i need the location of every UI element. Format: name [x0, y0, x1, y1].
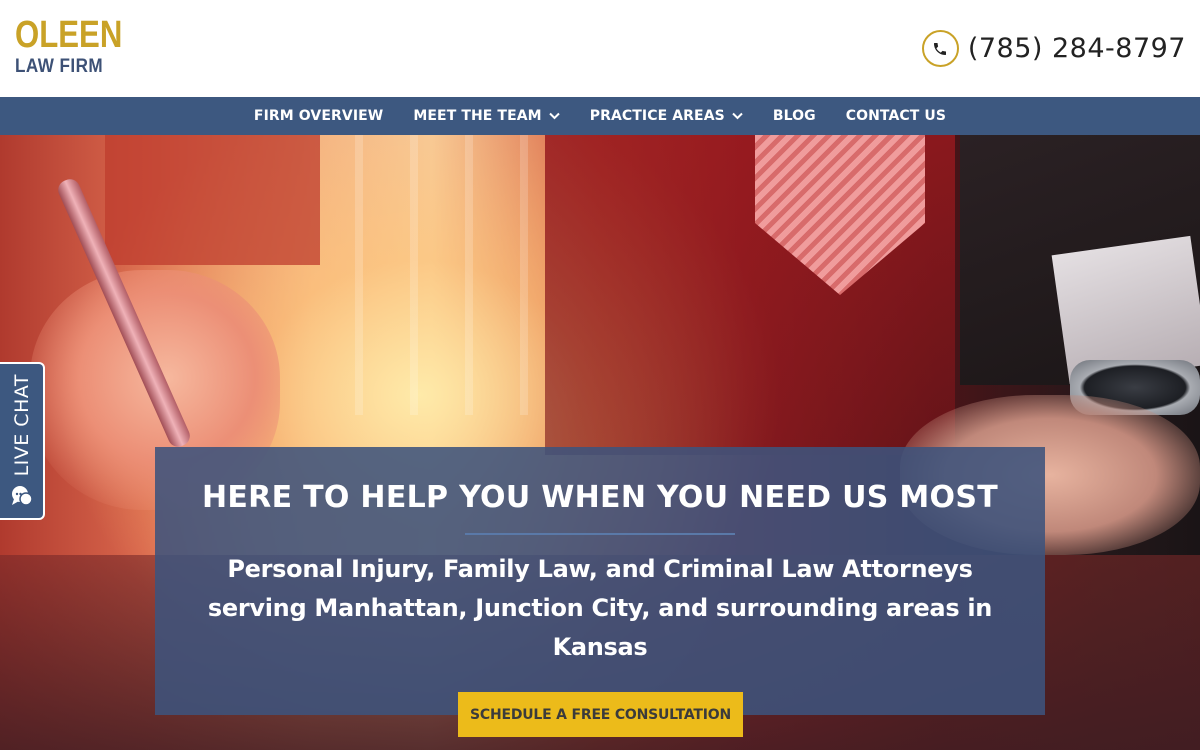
- main-nav: FIRM OVERVIEW MEET THE TEAM PRACTICE ARE…: [0, 97, 1200, 135]
- chat-bubble-icon: [10, 484, 34, 508]
- nav-item-meet-the-team[interactable]: MEET THE TEAM: [413, 108, 560, 124]
- schedule-consultation-button[interactable]: SCHEDULE A FREE CONSULTATION: [458, 692, 743, 737]
- site-header: OLEEN LAW FIRM (785) 284-8797: [0, 0, 1200, 97]
- chevron-down-icon: [732, 112, 743, 120]
- hero-title: HERE TO HELP YOU WHEN YOU NEED US MOST: [201, 480, 999, 515]
- hero-sleeve: [105, 135, 320, 265]
- nav-item-label: FIRM OVERVIEW: [253, 108, 384, 124]
- phone-number: (785) 284-8797: [967, 33, 1186, 64]
- logo-text-bottom: LAW FIRM: [15, 56, 104, 77]
- hero-background-image: HERE TO HELP YOU WHEN YOU NEED US MOST P…: [0, 135, 1200, 750]
- nav-item-label: BLOG: [772, 108, 816, 124]
- phone-icon: [921, 30, 959, 67]
- live-chat-label: LIVE CHAT: [10, 373, 33, 476]
- nav-item-label: CONTACT US: [845, 108, 947, 124]
- hero-divider: [465, 533, 735, 535]
- hero-subtitle: Personal Injury, Family Law, and Crimina…: [207, 555, 993, 661]
- hero-overlay-card: HERE TO HELP YOU WHEN YOU NEED US MOST P…: [155, 447, 1045, 715]
- logo-text-top: OLEEN: [15, 14, 123, 56]
- nav-item-practice-areas[interactable]: PRACTICE AREAS: [590, 108, 743, 124]
- nav-item-label: MEET THE TEAM: [413, 108, 542, 124]
- live-chat-tab[interactable]: LIVE CHAT: [0, 362, 45, 520]
- nav-item-blog[interactable]: BLOG: [773, 108, 816, 124]
- hero-window-light: [355, 135, 555, 415]
- nav-item-firm-overview[interactable]: FIRM OVERVIEW: [254, 108, 383, 124]
- nav-item-label: PRACTICE AREAS: [589, 108, 725, 124]
- nav-item-contact-us[interactable]: CONTACT US: [846, 108, 946, 124]
- phone-link[interactable]: (785) 284-8797: [921, 30, 1186, 67]
- chevron-down-icon: [549, 112, 560, 120]
- site-logo[interactable]: OLEEN LAW FIRM: [15, 16, 146, 77]
